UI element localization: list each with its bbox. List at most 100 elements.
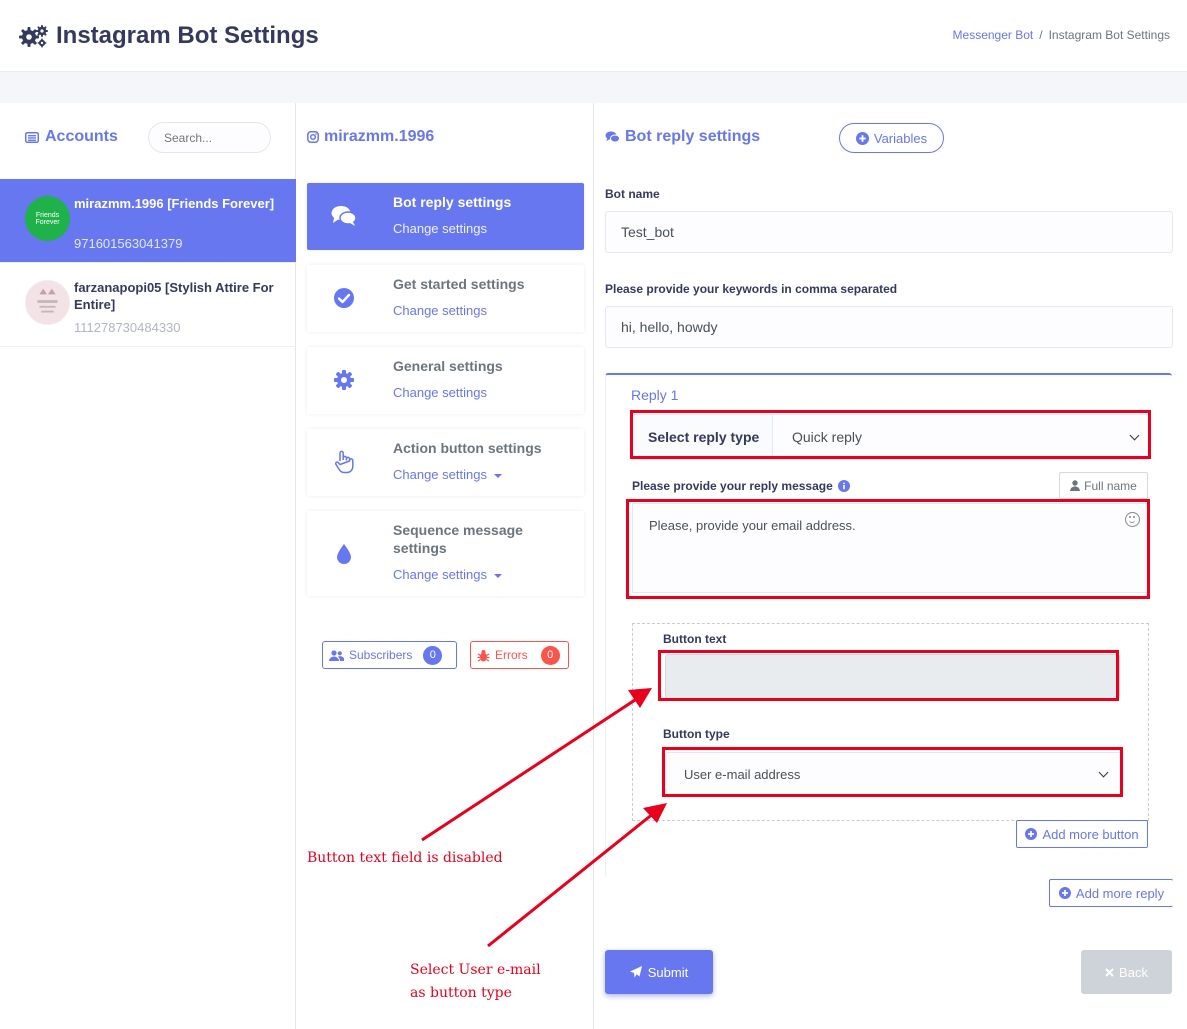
user-icon xyxy=(1070,480,1081,491)
page-title: Instagram Bot Settings xyxy=(56,22,319,49)
info-circle-icon[interactable] xyxy=(837,480,850,492)
subscribers-count-badge: 0 xyxy=(423,645,443,665)
caret-down-icon xyxy=(493,473,502,478)
avatar-illustration-icon xyxy=(26,281,69,324)
reply-card: Reply 1 Select reply type Quick reply Pl… xyxy=(605,373,1172,878)
menu-change-settings-dropdown[interactable]: Change settings xyxy=(393,467,502,482)
menu-title: Get started settings xyxy=(393,276,525,292)
full-name-label: Full name xyxy=(1084,478,1137,493)
users-icon xyxy=(329,649,344,661)
cog-icon xyxy=(331,367,357,393)
errors-label: Errors xyxy=(495,648,528,662)
breadcrumb-link-messenger-bot[interactable]: Messenger Bot xyxy=(953,28,1034,42)
menu-title: Bot reply settings xyxy=(393,194,512,210)
account-name: mirazmm.1996 [Friends Forever] xyxy=(74,196,275,211)
paper-plane-icon xyxy=(629,966,642,978)
breadcrumb-separator: / xyxy=(1039,28,1043,42)
search-input[interactable] xyxy=(148,122,271,153)
reply-message-value: Please, provide your email address. xyxy=(649,518,856,533)
menu-change-settings-link[interactable]: Change settings xyxy=(393,385,487,400)
back-button[interactable]: Back xyxy=(1081,950,1172,994)
avatar: Friends Forever xyxy=(25,196,70,241)
variables-button[interactable]: Variables xyxy=(839,123,944,153)
add-more-button-label: Add more button xyxy=(1042,826,1139,842)
breadcrumb-current: Instagram Bot Settings xyxy=(1048,28,1170,42)
subscribers-button[interactable]: Subscribers 0 xyxy=(322,641,457,669)
account-item-mirazmm[interactable]: Friends Forever mirazmm.1996 [Friends Fo… xyxy=(0,179,296,263)
annotation-disabled-note: Button text field is disabled xyxy=(307,850,503,866)
drop-icon xyxy=(331,541,357,567)
comments-icon xyxy=(605,131,620,143)
top-header: Instagram Bot Settings Messenger Bot / Ins… xyxy=(0,0,1187,72)
menu-sub-label: Change settings xyxy=(393,467,487,482)
accounts-title: Accounts xyxy=(25,128,118,146)
instagram-icon xyxy=(307,131,319,143)
button-type-label: Button type xyxy=(663,727,730,741)
full-name-button[interactable]: Full name xyxy=(1059,472,1148,499)
avatar xyxy=(25,280,70,325)
menu-sub-label: Change settings xyxy=(393,567,487,582)
bot-reply-settings-panel: Bot reply settings Variables Bot name Te… xyxy=(595,103,1187,1029)
reply-message-label: Please provide your reply message xyxy=(632,479,850,493)
menu-general-settings[interactable]: General settings Change settings xyxy=(307,347,584,414)
account-id: 971601563041379 xyxy=(74,236,183,251)
reply-type-prefix: Select reply type xyxy=(633,415,773,459)
chevron-down-icon xyxy=(1098,767,1109,778)
chevron-down-icon xyxy=(1129,430,1140,441)
bot-name-label: Bot name xyxy=(605,187,660,201)
emoji-icon[interactable] xyxy=(1125,512,1140,527)
settings-panel: mirazmm.1996 Bot reply settings Change s… xyxy=(297,103,594,1029)
list-alt-icon xyxy=(25,131,39,143)
add-more-button-button[interactable]: Add more button xyxy=(1016,820,1148,848)
accounts-title-label: Accounts xyxy=(45,128,118,145)
reply-message-textarea[interactable]: Please, provide your email address. xyxy=(632,503,1149,593)
reply-type-select[interactable]: Select reply type Quick reply xyxy=(632,414,1149,460)
tab-reply-1[interactable]: Reply 1 xyxy=(631,387,678,403)
button-config-box: Button text Button type User e-mail addr… xyxy=(632,623,1149,821)
reply-message-label-text: Please provide your reply message xyxy=(632,479,833,493)
add-more-reply-button[interactable]: Add more reply xyxy=(1049,879,1173,907)
menu-action-button-settings[interactable]: Action button settings Change settings xyxy=(307,429,584,496)
keywords-field[interactable]: hi, hello, howdy xyxy=(605,306,1173,348)
back-label: Back xyxy=(1119,964,1148,980)
section-band xyxy=(0,72,1187,103)
add-more-reply-label: Add more reply xyxy=(1075,885,1165,901)
menu-get-started-settings[interactable]: Get started settings Change settings xyxy=(307,265,584,332)
errors-button[interactable]: Errors 0 xyxy=(470,641,569,669)
annotation-select-note-line2: as button type xyxy=(410,985,512,1001)
button-type-select[interactable]: User e-mail address xyxy=(665,752,1122,796)
plus-circle-icon xyxy=(1025,828,1038,840)
errors-count-badge: 0 xyxy=(540,645,560,665)
button-text-label: Button text xyxy=(663,632,727,646)
account-name: farzanapopi05 [Stylish Attire For Entire… xyxy=(74,280,274,312)
subscribers-label: Subscribers xyxy=(349,648,413,662)
annotation-select-note: Select User e-mail as button type xyxy=(410,959,541,1005)
plus-circle-icon xyxy=(855,131,869,145)
button-type-selected: User e-mail address xyxy=(684,766,801,782)
menu-bot-reply-settings[interactable]: Bot reply settings Change settings xyxy=(307,183,584,250)
breadcrumb: Messenger Bot / Instagram Bot Settings xyxy=(953,28,1170,42)
menu-change-settings-dropdown[interactable]: Change settings xyxy=(393,567,502,582)
reply-type-selected: Quick reply xyxy=(792,429,863,445)
reply-settings-title-label: Bot reply settings xyxy=(625,128,761,145)
submit-label: Submit xyxy=(647,964,689,980)
keywords-label: Please provide your keywords in comma se… xyxy=(605,282,898,296)
bug-icon xyxy=(477,649,490,662)
plus-circle-icon xyxy=(1058,887,1071,899)
menu-change-settings-link[interactable]: Change settings xyxy=(393,303,487,318)
submit-button[interactable]: Submit xyxy=(605,950,713,994)
menu-title: General settings xyxy=(393,358,503,374)
menu-change-settings-link[interactable]: Change settings xyxy=(393,221,487,236)
reply-settings-title: Bot reply settings xyxy=(605,128,760,146)
comments-icon xyxy=(331,203,357,229)
times-icon xyxy=(1105,967,1114,977)
button-text-input-disabled xyxy=(665,654,1120,699)
account-item-farzanapopi05[interactable]: farzanapopi05 [Stylish Attire For Entire… xyxy=(0,263,296,347)
bot-name-field[interactable]: Test_bot xyxy=(605,211,1173,253)
menu-title: Sequence message settings xyxy=(393,522,523,556)
menu-title: Action button settings xyxy=(393,440,542,456)
menu-sequence-message-settings[interactable]: Sequence message settings Change setting… xyxy=(307,511,584,596)
variables-label: Variables xyxy=(873,130,928,146)
account-id: 111278730484330 xyxy=(74,320,181,335)
account-handle: mirazmm.1996 xyxy=(324,128,435,145)
